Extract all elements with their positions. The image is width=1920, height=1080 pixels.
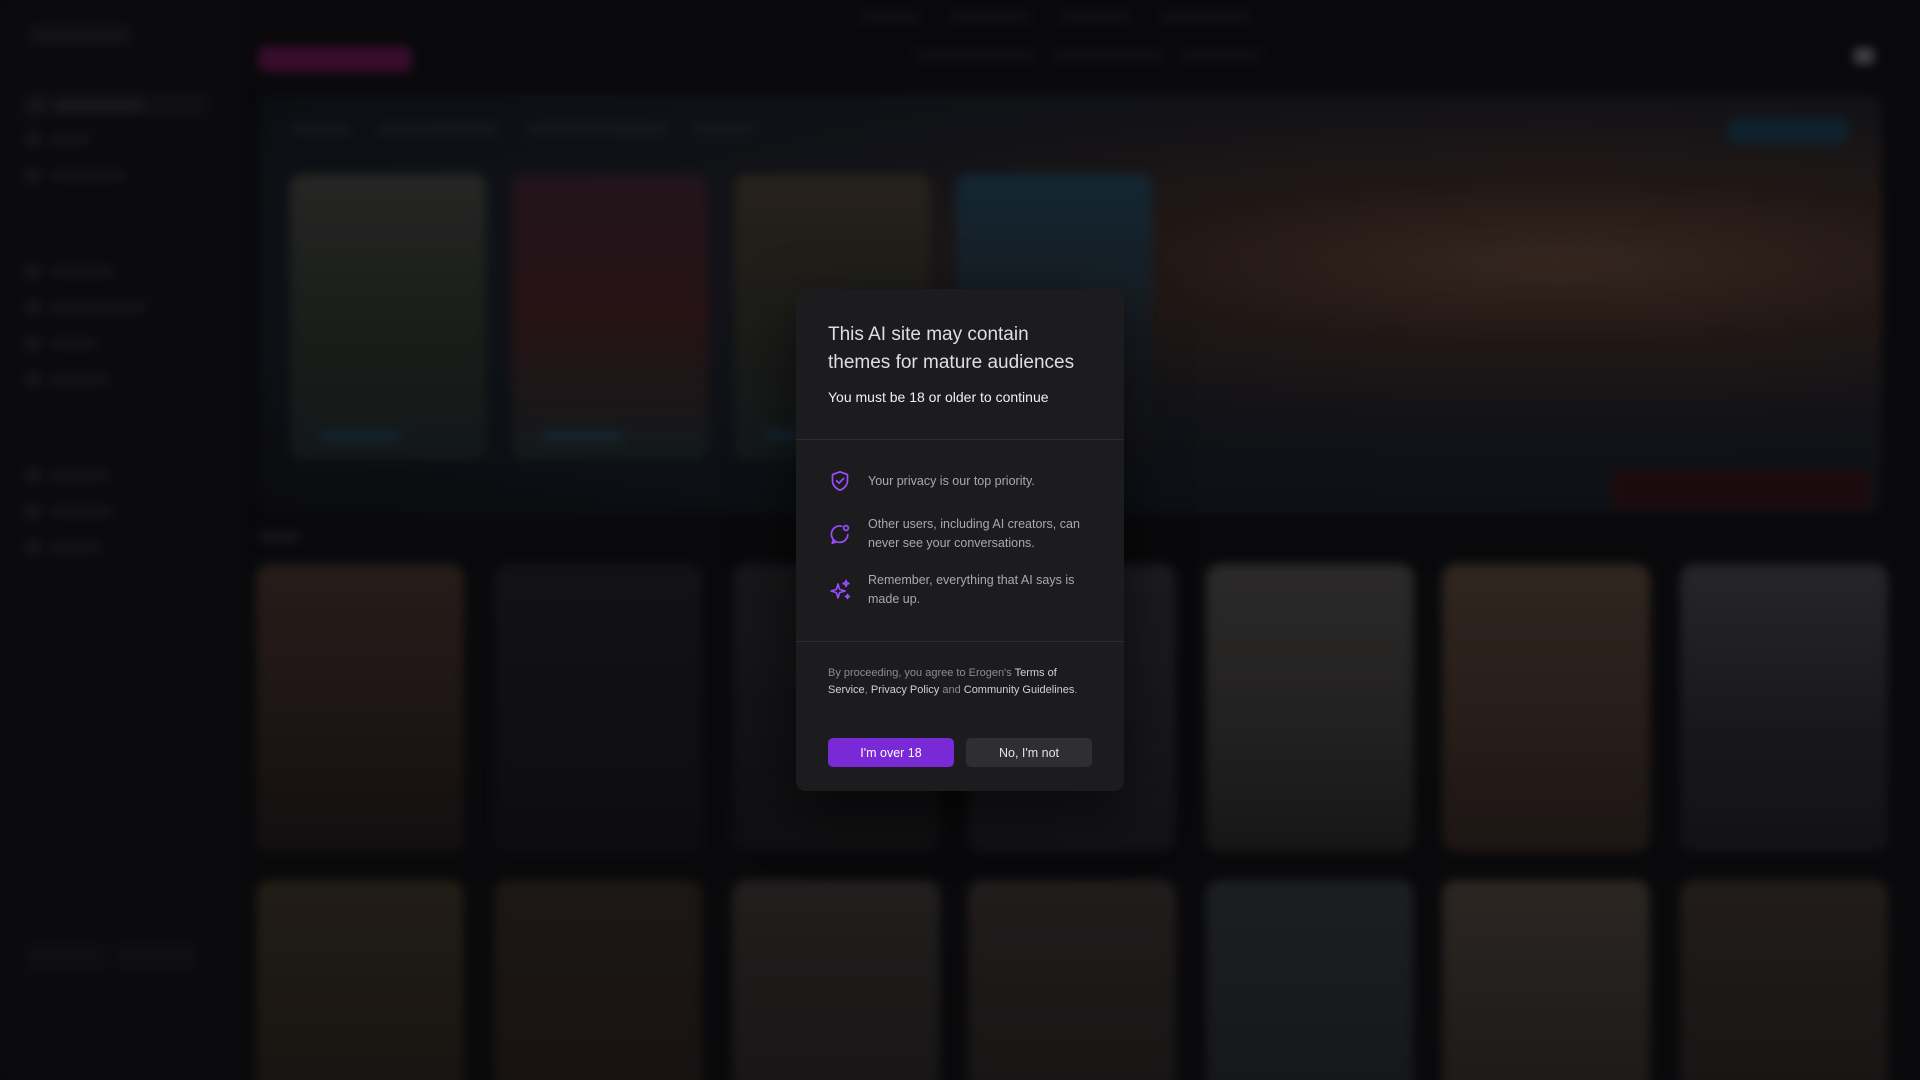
legal-prefix: By proceeding, you agree to Erogen's: [828, 667, 1015, 679]
legal-suffix: .: [1074, 683, 1078, 696]
ai-disclaimer-note: Remember, everything that AI says is mad…: [828, 571, 1094, 609]
sparkles-icon: [828, 578, 852, 602]
modal-subtitle: You must be 18 or older to continue: [828, 389, 1049, 405]
shield-check-icon: [828, 469, 852, 493]
conversations-note: Other users, including AI creators, can …: [828, 515, 1094, 553]
deny-age-button[interactable]: No, I'm not: [966, 738, 1092, 767]
chat-bubble-icon: [828, 522, 852, 546]
divider: [796, 641, 1124, 642]
legal-separator: and: [939, 683, 964, 696]
conversations-text: Other users, including AI creators, can …: [868, 517, 1080, 550]
community-guidelines-link[interactable]: Community Guidelines: [964, 684, 1075, 696]
privacy-text: Your privacy is our top priority.: [868, 474, 1035, 488]
age-verification-modal: This AI site may contain themes for matu…: [796, 289, 1124, 791]
privacy-note: Your privacy is our top priority.: [828, 469, 1094, 493]
legal-notice: By proceeding, you agree to Erogen's Ter…: [828, 665, 1094, 698]
page: This AI site may contain themes for matu…: [0, 0, 1920, 1080]
confirm-age-button[interactable]: I'm over 18: [828, 738, 954, 767]
divider: [796, 439, 1124, 440]
privacy-policy-link[interactable]: Privacy Policy: [871, 684, 939, 696]
modal-title: This AI site may contain themes for matu…: [828, 324, 1075, 373]
ai-disclaimer-text: Remember, everything that AI says is mad…: [868, 573, 1075, 606]
